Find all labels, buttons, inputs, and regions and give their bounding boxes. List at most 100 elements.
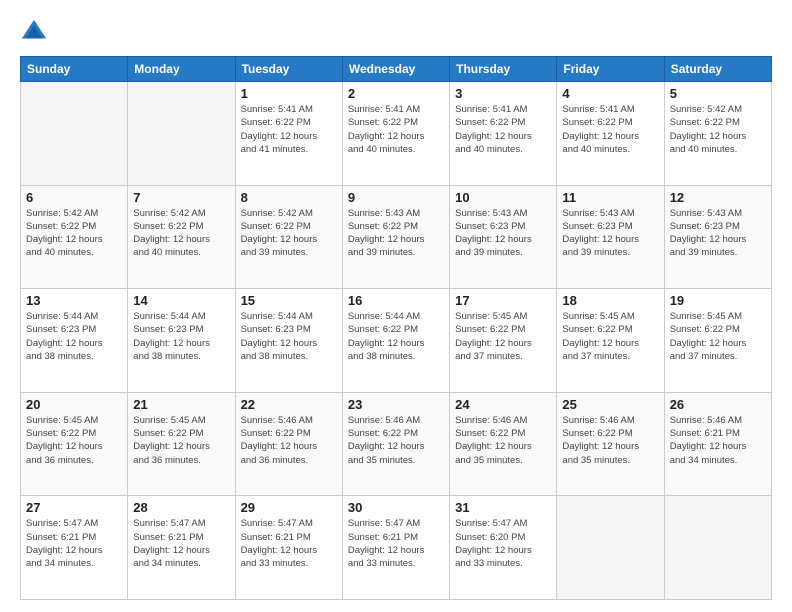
day-info: Sunrise: 5:42 AM Sunset: 6:22 PM Dayligh… (133, 207, 229, 260)
day-info: Sunrise: 5:47 AM Sunset: 6:21 PM Dayligh… (348, 517, 444, 570)
day-number: 17 (455, 293, 551, 308)
day-number: 27 (26, 500, 122, 515)
day-number: 12 (670, 190, 766, 205)
header (20, 18, 772, 46)
calendar-cell: 31 Sunrise: 5:47 AM Sunset: 6:20 PM Dayli… (450, 496, 557, 600)
day-number: 16 (348, 293, 444, 308)
day-number: 28 (133, 500, 229, 515)
day-info: Sunrise: 5:42 AM Sunset: 6:22 PM Dayligh… (241, 207, 337, 260)
calendar-week-row: 13 Sunrise: 5:44 AM Sunset: 6:23 PM Dayli… (21, 289, 772, 393)
calendar-header-row: SundayMondayTuesdayWednesdayThursdayFrid… (21, 57, 772, 82)
calendar-cell: 12 Sunrise: 5:43 AM Sunset: 6:23 PM Dayli… (664, 185, 771, 289)
calendar-cell: 18Sunrise: 5:45 AM Sunset: 6:22 PM Dayli… (557, 289, 664, 393)
day-info: Sunrise: 5:46 AM Sunset: 6:22 PM Dayligh… (455, 414, 551, 467)
day-info: Sunrise: 5:47 AM Sunset: 6:21 PM Dayligh… (241, 517, 337, 570)
calendar-cell: 27 Sunrise: 5:47 AM Sunset: 6:21 PM Dayli… (21, 496, 128, 600)
weekday-header: Friday (557, 57, 664, 82)
day-info: Sunrise: 5:45 AM Sunset: 6:22 PM Dayligh… (26, 414, 122, 467)
day-number: 19 (670, 293, 766, 308)
day-info: Sunrise: 5:47 AM Sunset: 6:20 PM Dayligh… (455, 517, 551, 570)
logo (20, 18, 52, 46)
day-number: 25 (562, 397, 658, 412)
day-number: 11 (562, 190, 658, 205)
calendar-week-row: 27 Sunrise: 5:47 AM Sunset: 6:21 PM Dayli… (21, 496, 772, 600)
weekday-header: Thursday (450, 57, 557, 82)
weekday-header: Monday (128, 57, 235, 82)
calendar-week-row: 1 Sunrise: 5:41 AM Sunset: 6:22 PM Daylig… (21, 82, 772, 186)
day-number: 31 (455, 500, 551, 515)
calendar-cell: 13 Sunrise: 5:44 AM Sunset: 6:23 PM Dayli… (21, 289, 128, 393)
day-info: Sunrise: 5:45 AM Sunset: 6:22 PM Dayligh… (455, 310, 551, 363)
weekday-header: Wednesday (342, 57, 449, 82)
day-number: 7 (133, 190, 229, 205)
day-info: Sunrise: 5:44 AM Sunset: 6:23 PM Dayligh… (26, 310, 122, 363)
day-info: Sunrise: 5:45 AM Sunset: 6:22 PM Dayligh… (133, 414, 229, 467)
day-number: 14 (133, 293, 229, 308)
calendar-cell: 3 Sunrise: 5:41 AM Sunset: 6:22 PM Daylig… (450, 82, 557, 186)
day-number: 30 (348, 500, 444, 515)
day-number: 8 (241, 190, 337, 205)
calendar-cell (128, 82, 235, 186)
calendar-cell: 28 Sunrise: 5:47 AM Sunset: 6:21 PM Dayli… (128, 496, 235, 600)
calendar-cell: 10 Sunrise: 5:43 AM Sunset: 6:23 PM Dayli… (450, 185, 557, 289)
day-number: 22 (241, 397, 337, 412)
day-number: 3 (455, 86, 551, 101)
day-number: 2 (348, 86, 444, 101)
calendar-cell: 26 Sunrise: 5:46 AM Sunset: 6:21 PM Dayli… (664, 392, 771, 496)
day-info: Sunrise: 5:41 AM Sunset: 6:22 PM Dayligh… (562, 103, 658, 156)
calendar-table: SundayMondayTuesdayWednesdayThursdayFrid… (20, 56, 772, 600)
calendar-cell: 4 Sunrise: 5:41 AM Sunset: 6:22 PM Daylig… (557, 82, 664, 186)
weekday-header: Tuesday (235, 57, 342, 82)
calendar-cell: 19Sunrise: 5:45 AM Sunset: 6:22 PM Dayli… (664, 289, 771, 393)
calendar-cell: 15Sunrise: 5:44 AM Sunset: 6:23 PM Dayli… (235, 289, 342, 393)
day-number: 10 (455, 190, 551, 205)
logo-icon (20, 18, 48, 46)
calendar-cell: 7 Sunrise: 5:42 AM Sunset: 6:22 PM Daylig… (128, 185, 235, 289)
day-info: Sunrise: 5:46 AM Sunset: 6:22 PM Dayligh… (348, 414, 444, 467)
day-number: 6 (26, 190, 122, 205)
calendar-cell: 6 Sunrise: 5:42 AM Sunset: 6:22 PM Daylig… (21, 185, 128, 289)
calendar-cell: 21 Sunrise: 5:45 AM Sunset: 6:22 PM Dayli… (128, 392, 235, 496)
calendar-cell: 24Sunrise: 5:46 AM Sunset: 6:22 PM Dayli… (450, 392, 557, 496)
day-number: 9 (348, 190, 444, 205)
day-info: Sunrise: 5:46 AM Sunset: 6:22 PM Dayligh… (562, 414, 658, 467)
calendar-cell: 17 Sunrise: 5:45 AM Sunset: 6:22 PM Dayli… (450, 289, 557, 393)
calendar-cell: 22Sunrise: 5:46 AM Sunset: 6:22 PM Dayli… (235, 392, 342, 496)
calendar-week-row: 6 Sunrise: 5:42 AM Sunset: 6:22 PM Daylig… (21, 185, 772, 289)
calendar-cell: 2 Sunrise: 5:41 AM Sunset: 6:22 PM Daylig… (342, 82, 449, 186)
calendar-cell: 1Sunrise: 5:41 AM Sunset: 6:22 PM Daylig… (235, 82, 342, 186)
calendar-cell: 5 Sunrise: 5:42 AM Sunset: 6:22 PM Daylig… (664, 82, 771, 186)
day-number: 4 (562, 86, 658, 101)
day-number: 21 (133, 397, 229, 412)
calendar-cell: 16 Sunrise: 5:44 AM Sunset: 6:22 PM Dayli… (342, 289, 449, 393)
weekday-header: Sunday (21, 57, 128, 82)
day-number: 13 (26, 293, 122, 308)
day-info: Sunrise: 5:42 AM Sunset: 6:22 PM Dayligh… (670, 103, 766, 156)
day-info: Sunrise: 5:41 AM Sunset: 6:22 PM Dayligh… (348, 103, 444, 156)
day-info: Sunrise: 5:42 AM Sunset: 6:22 PM Dayligh… (26, 207, 122, 260)
day-info: Sunrise: 5:43 AM Sunset: 6:23 PM Dayligh… (670, 207, 766, 260)
day-info: Sunrise: 5:44 AM Sunset: 6:23 PM Dayligh… (133, 310, 229, 363)
calendar-week-row: 20Sunrise: 5:45 AM Sunset: 6:22 PM Dayli… (21, 392, 772, 496)
calendar-cell: 9Sunrise: 5:43 AM Sunset: 6:22 PM Daylig… (342, 185, 449, 289)
calendar-cell: 20Sunrise: 5:45 AM Sunset: 6:22 PM Dayli… (21, 392, 128, 496)
calendar-cell: 11Sunrise: 5:43 AM Sunset: 6:23 PM Dayli… (557, 185, 664, 289)
day-info: Sunrise: 5:47 AM Sunset: 6:21 PM Dayligh… (133, 517, 229, 570)
calendar-cell (557, 496, 664, 600)
calendar-cell: 14 Sunrise: 5:44 AM Sunset: 6:23 PM Dayli… (128, 289, 235, 393)
day-info: Sunrise: 5:41 AM Sunset: 6:22 PM Dayligh… (455, 103, 551, 156)
day-number: 18 (562, 293, 658, 308)
day-info: Sunrise: 5:46 AM Sunset: 6:21 PM Dayligh… (670, 414, 766, 467)
day-info: Sunrise: 5:47 AM Sunset: 6:21 PM Dayligh… (26, 517, 122, 570)
calendar-cell: 29 Sunrise: 5:47 AM Sunset: 6:21 PM Dayli… (235, 496, 342, 600)
day-number: 1 (241, 86, 337, 101)
page: SundayMondayTuesdayWednesdayThursdayFrid… (0, 0, 792, 612)
day-number: 5 (670, 86, 766, 101)
weekday-header: Saturday (664, 57, 771, 82)
day-number: 26 (670, 397, 766, 412)
day-info: Sunrise: 5:43 AM Sunset: 6:23 PM Dayligh… (455, 207, 551, 260)
day-number: 29 (241, 500, 337, 515)
calendar-cell (664, 496, 771, 600)
day-info: Sunrise: 5:44 AM Sunset: 6:22 PM Dayligh… (348, 310, 444, 363)
calendar-cell: 8 Sunrise: 5:42 AM Sunset: 6:22 PM Daylig… (235, 185, 342, 289)
